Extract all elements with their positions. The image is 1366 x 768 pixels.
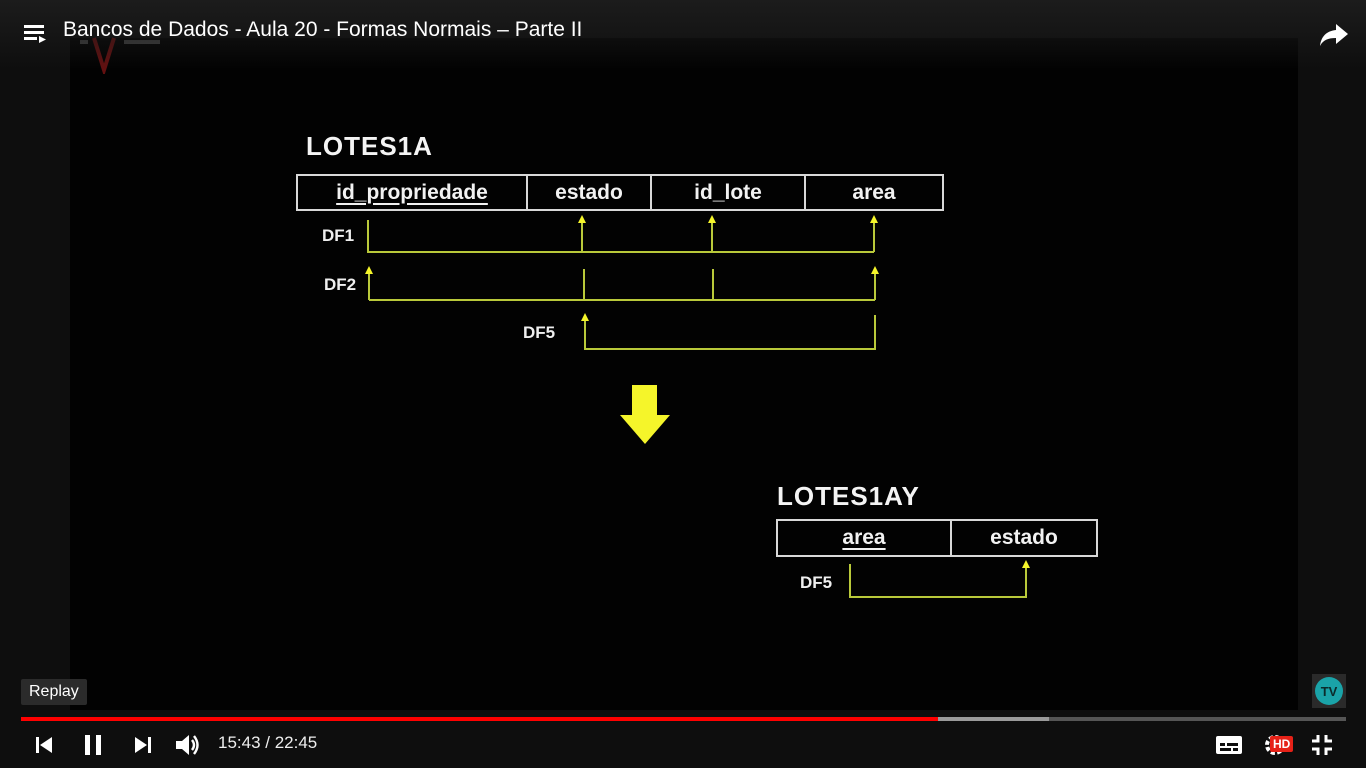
- pause-icon[interactable]: [82, 733, 106, 757]
- subtitles-icon[interactable]: [1215, 734, 1243, 756]
- volume-icon[interactable]: [174, 732, 202, 758]
- replay-tooltip: Replay: [21, 679, 87, 705]
- dependency-diagram: [365, 215, 1030, 598]
- down-arrow-icon: [620, 385, 670, 444]
- time-separator: /: [260, 733, 275, 752]
- table2-header: area estado: [776, 519, 1098, 557]
- exit-fullscreen-icon[interactable]: [1310, 733, 1334, 757]
- hd-badge: HD: [1270, 736, 1294, 752]
- progress-bar[interactable]: [21, 717, 1346, 721]
- played-bar: [21, 717, 938, 721]
- current-time: 15:43: [218, 733, 261, 752]
- table2-title: LOTES1AY: [777, 481, 920, 511]
- skip-previous-icon[interactable]: [32, 733, 56, 757]
- dependency-label: DF5: [800, 573, 833, 592]
- time-display: 15:43 / 22:45: [218, 733, 317, 753]
- duration: 22:45: [274, 733, 318, 752]
- settings-button[interactable]: HD: [1262, 731, 1296, 759]
- svg-text:TV: TV: [1321, 684, 1338, 699]
- table2-column: area: [778, 521, 952, 555]
- skip-next-icon[interactable]: [131, 733, 155, 757]
- table2-column: estado: [990, 526, 1058, 549]
- tv-logo-icon[interactable]: TV: [1312, 674, 1346, 708]
